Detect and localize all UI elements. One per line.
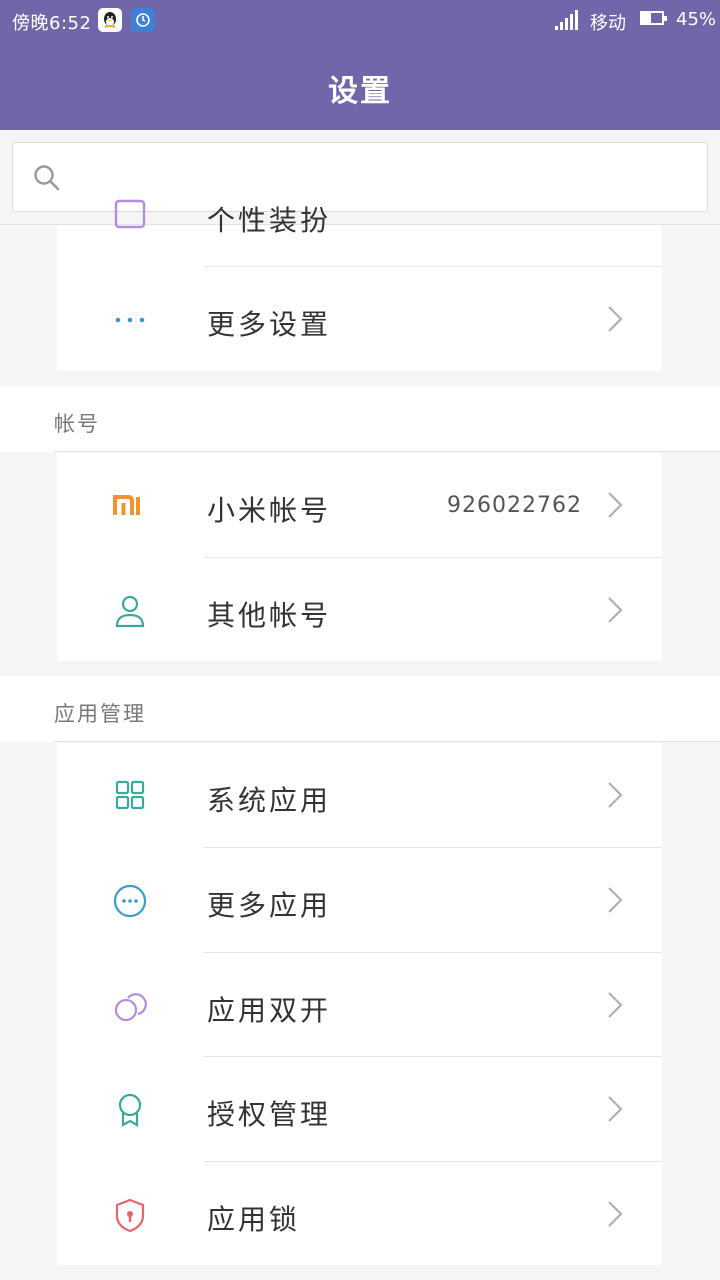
section-header-app-management: 应用管理 [0, 676, 720, 742]
clock-notification-icon [131, 8, 155, 32]
person-icon [111, 594, 149, 628]
chevron-right-icon [606, 991, 624, 1019]
settings-card-personalization: 个性装扮 更多设置 [57, 199, 662, 371]
more-dots-icon [111, 303, 149, 337]
list-item-more-settings[interactable]: 更多设置 [57, 267, 662, 371]
list-item-label: 应用锁 [207, 1203, 301, 1236]
signal-icon [555, 10, 579, 30]
list-item-dual-apps[interactable]: 应用双开 [57, 953, 662, 1057]
chevron-right-icon [606, 491, 624, 519]
section-title: 应用管理 [54, 702, 146, 726]
list-item-label: 其他帐号 [207, 599, 332, 632]
header: 设置 [0, 40, 720, 130]
chevron-right-icon [606, 781, 624, 809]
qq-notification-icon [98, 8, 122, 32]
chevron-right-icon [606, 1200, 624, 1228]
theme-icon [111, 199, 149, 233]
section-header-accounts: 帐号 [0, 386, 720, 452]
list-item-label: 应用双开 [207, 994, 332, 1027]
list-item-more-apps[interactable]: 更多应用 [57, 848, 662, 952]
status-time: 傍晚6:52 [12, 13, 92, 34]
chevron-right-icon [606, 596, 624, 624]
settings-card-accounts: 小米帐号 926022762 其他帐号 [57, 453, 662, 661]
status-bar: 傍晚6:52 移动 45% [0, 0, 720, 40]
list-item-label: 个性装扮 [207, 204, 332, 237]
mi-logo-icon [111, 489, 149, 523]
list-item-personalization[interactable]: 个性装扮 [57, 163, 662, 267]
more-circle-icon [111, 884, 149, 918]
battery-icon [640, 11, 667, 25]
list-item-label: 更多设置 [207, 308, 332, 341]
list-item-mi-account[interactable]: 小米帐号 926022762 [57, 453, 662, 557]
page-title: 设置 [328, 74, 392, 109]
chevron-right-icon [606, 1095, 624, 1123]
list-item-label: 更多应用 [207, 889, 332, 922]
carrier-label: 移动 [590, 13, 626, 34]
badge-icon [111, 1093, 149, 1127]
chevron-right-icon [606, 886, 624, 914]
list-item-label: 系统应用 [207, 784, 332, 817]
list-item-permissions[interactable]: 授权管理 [57, 1057, 662, 1161]
shield-lock-icon [111, 1198, 149, 1233]
list-item-value: 926022762 [447, 493, 582, 518]
list-item-label: 小米帐号 [207, 494, 332, 527]
list-item-other-accounts[interactable]: 其他帐号 [57, 558, 662, 662]
list-item-app-lock[interactable]: 应用锁 [57, 1162, 662, 1266]
chevron-right-icon [606, 305, 624, 333]
list-item-label: 授权管理 [207, 1098, 332, 1131]
battery-percent: 45% [676, 9, 717, 30]
list-item-system-apps[interactable]: 系统应用 [57, 743, 662, 847]
settings-card-app-management: 系统应用 更多应用 应用双开 授权管理 应用锁 [57, 743, 662, 1265]
dual-circle-icon [111, 989, 149, 1023]
grid-icon [111, 779, 149, 813]
section-title: 帐号 [54, 412, 100, 436]
